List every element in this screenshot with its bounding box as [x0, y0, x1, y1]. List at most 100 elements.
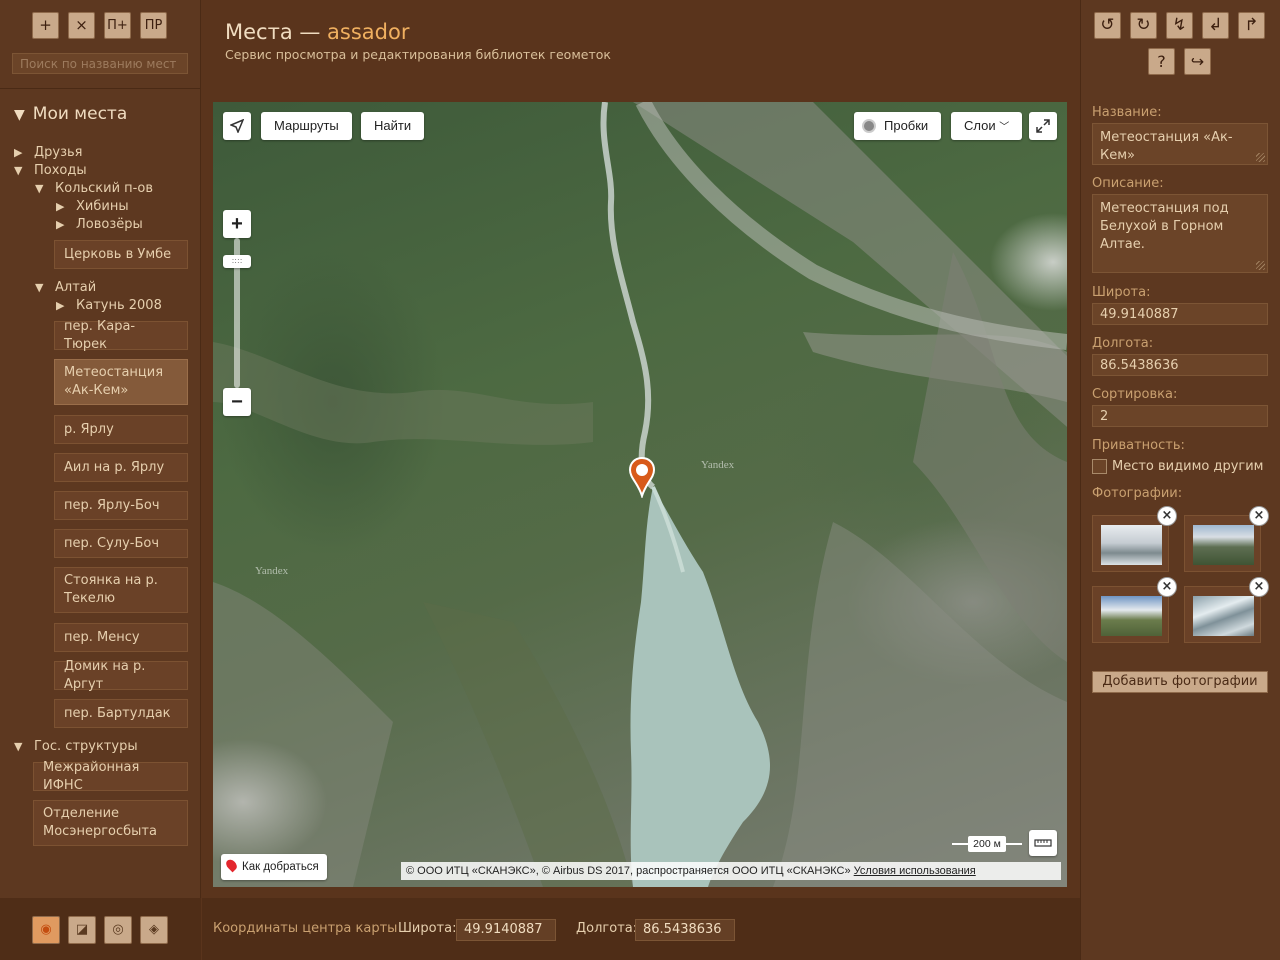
- logout-icon[interactable]: ↪: [1184, 48, 1211, 75]
- folder-lovozero[interactable]: ▶ Ловозёры: [56, 217, 143, 232]
- latitude-field[interactable]: 49.9140887: [1092, 303, 1268, 325]
- folder-kola[interactable]: ▼ Кольский п-ов: [35, 181, 153, 196]
- place-item[interactable]: р. Ярлу: [54, 415, 188, 444]
- resize-handle-icon[interactable]: [1256, 153, 1265, 162]
- map-lng-field[interactable]: 86.5438636: [635, 919, 735, 941]
- remove-photo-icon[interactable]: ×: [1249, 577, 1269, 597]
- scale-bar: [952, 843, 968, 845]
- place-item[interactable]: пер. Сулу-Боч: [54, 529, 188, 558]
- find-button[interactable]: Найти: [361, 112, 425, 140]
- place-umba-church[interactable]: Церковь в Умбе: [54, 240, 188, 269]
- folder-label: Алтай: [55, 280, 97, 295]
- add-place-button[interactable]: +: [32, 12, 59, 39]
- longitude-field[interactable]: 86.5438636: [1092, 354, 1268, 376]
- map-copyright: © ООО ИТЦ «СКАНЭКС», © Airbus DS 2017, р…: [401, 862, 1061, 880]
- map[interactable]: Маршруты Найти Пробки Слои ﹀ + − Yandex …: [213, 102, 1067, 887]
- zoom-out-button[interactable]: −: [223, 388, 251, 416]
- add-folder-button[interactable]: П+: [104, 12, 131, 39]
- privacy-checkbox[interactable]: [1092, 459, 1107, 474]
- ruler-button[interactable]: [1029, 830, 1057, 856]
- place-item[interactable]: пер. Кара-Тюрек: [54, 319, 188, 352]
- photo-thumbnail[interactable]: ×: [1092, 577, 1177, 643]
- page-subtitle: Сервис просмотра и редактирования библио…: [225, 47, 611, 62]
- photo-thumbnail[interactable]: ×: [1184, 577, 1269, 643]
- tree-root[interactable]: ▼ Мои места: [14, 104, 127, 124]
- map-lat-field[interactable]: 49.9140887: [456, 919, 556, 941]
- map-center-label: Координаты центра карты: [213, 921, 398, 936]
- undo-icon[interactable]: ↺: [1094, 12, 1121, 39]
- folder-katun[interactable]: ▶ Катунь 2008: [56, 298, 162, 313]
- place-item[interactable]: Стоянка на р. Текелю: [54, 567, 188, 613]
- folder-gov[interactable]: ▼ Гос. структуры: [14, 739, 138, 754]
- sort-label: Сортировка:: [1092, 387, 1178, 402]
- help-icon[interactable]: ?: [1148, 48, 1175, 75]
- folder-label: Ловозёры: [76, 217, 143, 232]
- sort-field[interactable]: 2: [1092, 405, 1268, 427]
- mode-hybrid-button[interactable]: ◎: [104, 916, 132, 944]
- zoom-slider-handle[interactable]: ::::: [223, 255, 251, 268]
- yandex-watermark: Yandex: [701, 459, 735, 471]
- resize-handle-icon[interactable]: [1256, 261, 1265, 270]
- photo-thumbnail[interactable]: ×: [1092, 506, 1177, 572]
- delete-button[interactable]: ×: [68, 12, 95, 39]
- redo-icon[interactable]: ↻: [1130, 12, 1157, 39]
- search-input[interactable]: [12, 53, 188, 74]
- expand-icon: [1036, 119, 1050, 133]
- lng-label: Долгота:: [576, 921, 638, 936]
- locate-button[interactable]: [223, 112, 251, 140]
- folder-label: Гос. структуры: [34, 739, 138, 754]
- routes-button[interactable]: Маршруты: [261, 112, 352, 140]
- export-icon[interactable]: ↱: [1238, 12, 1265, 39]
- sync-icon[interactable]: ↯: [1166, 12, 1193, 39]
- place-item[interactable]: пер. Менсу: [54, 623, 188, 652]
- layers-button[interactable]: Слои ﹀: [951, 112, 1023, 140]
- divider: [0, 88, 201, 89]
- fullscreen-button[interactable]: [1029, 112, 1057, 140]
- triangle-down-icon: ▼: [14, 107, 25, 123]
- place-item[interactable]: пер. Бартулдак: [54, 699, 188, 728]
- zoom-in-button[interactable]: +: [223, 210, 251, 238]
- place-item[interactable]: Домик на р. Аргут: [54, 659, 188, 692]
- folder-altai[interactable]: ▼ Алтай: [35, 280, 96, 295]
- place-item-selected[interactable]: Метеостанция «Ак-Кем»: [54, 359, 188, 405]
- terms-link[interactable]: Условия использования: [854, 865, 976, 877]
- scale-bar: [1006, 843, 1022, 845]
- place-item[interactable]: Межрайонная ИФНС: [33, 760, 188, 793]
- mode-map-button[interactable]: ◉: [32, 916, 60, 944]
- description-field[interactable]: Метеостанция под Белухой в Горном Алтае.: [1092, 194, 1268, 273]
- tree-root-label: Мои места: [32, 104, 128, 124]
- mode-satellite-button[interactable]: ◪: [68, 916, 96, 944]
- place-item[interactable]: Отделение Мосэнергосбыта: [33, 800, 188, 846]
- name-field[interactable]: Метеостанция «Ак-Кем»: [1092, 123, 1268, 165]
- privacy-text: Место видимо другим: [1112, 459, 1264, 474]
- name-value: Метеостанция «Ак-Кем»: [1100, 130, 1233, 163]
- remove-photo-icon[interactable]: ×: [1157, 577, 1177, 597]
- desc-label: Описание:: [1092, 176, 1164, 191]
- traffic-button[interactable]: Пробки: [854, 112, 942, 140]
- photo-image: [1193, 525, 1254, 565]
- remove-photo-icon[interactable]: ×: [1249, 506, 1269, 526]
- add-photos-button[interactable]: Добавить фотографии: [1092, 671, 1268, 693]
- mode-other-button[interactable]: ◈: [140, 916, 168, 944]
- map-pin-icon[interactable]: [627, 456, 657, 498]
- route-to-button[interactable]: Как добраться: [221, 854, 327, 880]
- folder-label: Походы: [34, 163, 87, 178]
- traffic-icon: [862, 119, 876, 133]
- place-item[interactable]: Аил на р. Ярлу: [54, 453, 188, 482]
- import-icon[interactable]: ↲: [1202, 12, 1229, 39]
- folder-hikes[interactable]: ▼ Походы: [14, 163, 87, 178]
- name-label: Название:: [1092, 105, 1162, 120]
- folder-khibiny[interactable]: ▶ Хибины: [56, 199, 129, 214]
- photos-label: Фотографии:: [1092, 486, 1183, 501]
- photo-image: [1101, 525, 1162, 565]
- remove-photo-icon[interactable]: ×: [1157, 506, 1177, 526]
- route-to-label: Как добраться: [242, 861, 319, 873]
- place-item[interactable]: пер. Ярлу-Боч: [54, 491, 188, 520]
- triangle-down-icon: ▼: [14, 164, 23, 177]
- folder-friends[interactable]: ▶ Друзья: [14, 145, 83, 160]
- triangle-right-icon: ▶: [56, 200, 65, 213]
- rename-button[interactable]: ПР: [140, 12, 167, 39]
- scale-label: 200 м: [968, 836, 1006, 852]
- title-text: Места —: [225, 20, 328, 44]
- photo-thumbnail[interactable]: ×: [1184, 506, 1269, 572]
